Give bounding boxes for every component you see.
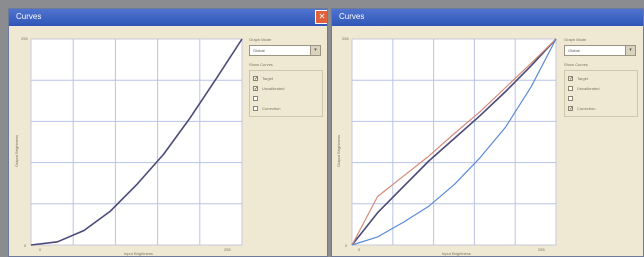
close-button[interactable]: ✕ <box>315 10 327 24</box>
graph-mode-value: Global <box>253 48 265 53</box>
show-curves-label: Show Curves <box>249 62 273 67</box>
y-axis-label: Output Brightness <box>336 134 341 167</box>
target-checkbox[interactable]: ✓ <box>568 75 573 81</box>
x-axis-label: Input Brightness <box>124 251 153 256</box>
window-title: Curves <box>339 12 365 21</box>
curves-plot-svg[interactable] <box>350 37 558 247</box>
curves-graph[interactable]: Output Brightness 255 0 0 255 Input Brig… <box>14 36 244 256</box>
x-tick-max: 255 <box>224 247 231 252</box>
graph-mode-select[interactable]: Global ▾ <box>249 45 321 56</box>
x-tick-max: 255 <box>538 247 545 252</box>
option-uncalibrated[interactable]: Uncalibrated <box>568 84 634 92</box>
chevron-down-icon: ▾ <box>310 46 320 55</box>
graph-mode-value: Global <box>568 48 580 53</box>
uncalibrated-checkbox[interactable]: ✓ <box>253 85 258 91</box>
x-tick-min: 0 <box>39 247 42 252</box>
option-label: Target <box>262 75 274 81</box>
show-curves-group: ✓ Target ✓ Uncalibrated Correction <box>249 70 323 117</box>
title-bar[interactable]: Curves ✕ <box>9 9 327 26</box>
y-axis-label: Output Brightness <box>14 134 19 167</box>
options-panel: Graph Mode Global ▾ Show Curves ✓ Target… <box>564 37 639 123</box>
uncalibrated-checkbox[interactable] <box>568 85 573 91</box>
show-curves-label: Show Curves <box>564 62 588 67</box>
option-target[interactable]: ✓ Target <box>253 74 319 82</box>
correction-checkbox[interactable]: ✓ <box>568 105 573 111</box>
curves-plot-svg[interactable] <box>29 37 244 247</box>
title-bar[interactable]: Curves <box>332 9 643 26</box>
option-label: Correction <box>262 105 281 111</box>
option-blank[interactable] <box>253 94 319 102</box>
blank-checkbox[interactable] <box>253 95 258 101</box>
y-tick-min: 0 <box>345 243 348 248</box>
options-panel: Graph Mode Global ▾ Show Curves ✓ Target… <box>249 37 324 123</box>
blank-checkbox[interactable] <box>568 95 573 101</box>
graph-mode-select[interactable]: Global ▾ <box>564 45 636 56</box>
plot-area <box>351 38 557 246</box>
option-uncalibrated[interactable]: ✓ Uncalibrated <box>253 84 319 92</box>
option-label: Uncalibrated <box>577 85 600 91</box>
show-curves-group: ✓ Target Uncalibrated ✓ Correction <box>564 70 638 117</box>
plot-area <box>30 38 243 246</box>
graph-mode-label: Graph Mode <box>564 37 587 42</box>
y-tick-min: 0 <box>24 243 27 248</box>
y-tick-max: 255 <box>21 36 28 41</box>
y-tick-max: 255 <box>342 36 349 41</box>
option-target[interactable]: ✓ Target <box>568 74 634 82</box>
option-blank[interactable] <box>568 94 634 102</box>
option-label: Uncalibrated <box>262 85 285 91</box>
curves-window-right: Curves Output Brightness 255 0 0 255 Inp… <box>331 8 644 257</box>
close-icon: ✕ <box>318 12 326 21</box>
graph-mode-label: Graph Mode <box>249 37 272 42</box>
window-title: Curves <box>16 12 42 21</box>
chevron-down-icon: ▾ <box>625 46 635 55</box>
option-label: Correction <box>577 105 596 111</box>
x-tick-min: 0 <box>358 247 361 252</box>
correction-checkbox[interactable] <box>253 105 258 111</box>
target-checkbox[interactable]: ✓ <box>253 75 258 81</box>
option-correction[interactable]: Correction <box>253 104 319 112</box>
option-label: Target <box>577 75 589 81</box>
curves-graph[interactable]: Output Brightness 255 0 0 255 Input Brig… <box>336 36 558 256</box>
curves-window-left: Curves ✕ Output Brightness 255 0 0 255 I… <box>8 8 328 257</box>
x-axis-label: Input Brightness <box>442 251 471 256</box>
option-correction[interactable]: ✓ Correction <box>568 104 634 112</box>
